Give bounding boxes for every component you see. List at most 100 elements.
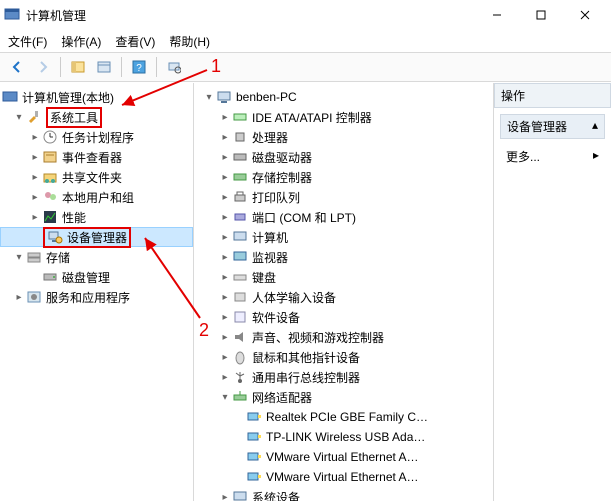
- title-bar: 计算机管理: [0, 0, 611, 30]
- disk-drive-icon: [232, 149, 248, 165]
- chevron-right-icon[interactable]: ▸: [218, 292, 232, 303]
- tree-performance[interactable]: ▸ 性能: [0, 207, 193, 227]
- device-category[interactable]: ▸ 通用串行总线控制器: [194, 367, 493, 387]
- device-item[interactable]: VMware Virtual Ethernet A…: [194, 467, 493, 487]
- chevron-down-icon[interactable]: ▾: [12, 112, 26, 123]
- chevron-right-icon[interactable]: ▸: [218, 352, 232, 363]
- tree-label: 设备管理器: [67, 229, 127, 246]
- tree-disk-mgmt[interactable]: 磁盘管理: [0, 267, 193, 287]
- device-label: VMware Virtual Ethernet A…: [266, 450, 419, 464]
- device-item[interactable]: TP-LINK Wireless USB Ada…: [194, 427, 493, 447]
- show-hide-tree-button[interactable]: [67, 56, 89, 78]
- device-category[interactable]: ▸打印队列: [194, 187, 493, 207]
- tree-device-manager[interactable]: 设备管理器: [0, 227, 193, 247]
- chevron-right-icon[interactable]: ▸: [218, 132, 232, 143]
- device-label: benben-PC: [236, 90, 297, 104]
- device-tree[interactable]: ▾ benben-PC ▸ IDE ATA/ATAPI 控制器 ▸处理器 ▸磁盘驱…: [194, 83, 494, 501]
- device-category[interactable]: ▸磁盘驱动器: [194, 147, 493, 167]
- help-button[interactable]: ?: [128, 56, 150, 78]
- forward-button[interactable]: [32, 56, 54, 78]
- tree-root[interactable]: 计算机管理(本地): [0, 87, 193, 107]
- device-category[interactable]: ▸计算机: [194, 227, 493, 247]
- menu-help[interactable]: 帮助(H): [169, 33, 210, 50]
- device-category[interactable]: ▸存储控制器: [194, 167, 493, 187]
- device-category[interactable]: ▸ 软件设备: [194, 307, 493, 327]
- chevron-right-icon[interactable]: ▸: [218, 192, 232, 203]
- tree-label: 计算机管理(本地): [22, 89, 114, 106]
- ide-icon: [232, 109, 248, 125]
- computer-icon: [216, 89, 232, 105]
- tree-task-scheduler[interactable]: ▸ 任务计划程序: [0, 127, 193, 147]
- tree-event-viewer[interactable]: ▸ 事件查看器: [0, 147, 193, 167]
- console-tree[interactable]: 计算机管理(本地) ▾ 系统工具 ▸ 任务计划程序 ▸ 事件查看器 ▸ 共享文件…: [0, 83, 194, 501]
- device-item[interactable]: VMware Virtual Ethernet A…: [194, 447, 493, 467]
- device-label: 软件设备: [252, 309, 300, 326]
- tree-local-users[interactable]: ▸ 本地用户和组: [0, 187, 193, 207]
- device-category[interactable]: ▸键盘: [194, 267, 493, 287]
- device-category[interactable]: ▸声音、视频和游戏控制器: [194, 327, 493, 347]
- properties-button[interactable]: [93, 56, 115, 78]
- device-item[interactable]: Realtek PCIe GBE Family C…: [194, 407, 493, 427]
- tree-storage[interactable]: ▾ 存储: [0, 247, 193, 267]
- device-label: IDE ATA/ATAPI 控制器: [252, 109, 372, 126]
- chevron-down-icon[interactable]: ▾: [202, 92, 216, 103]
- chevron-right-icon[interactable]: ▸: [218, 232, 232, 243]
- chevron-down-icon[interactable]: ▾: [218, 392, 232, 403]
- chevron-right-icon[interactable]: ▸: [218, 332, 232, 343]
- chevron-right-icon[interactable]: ▸: [12, 292, 26, 303]
- toolbar-separator: [121, 57, 122, 77]
- device-category[interactable]: ▸监视器: [194, 247, 493, 267]
- actions-header: 操作: [494, 83, 611, 108]
- device-category[interactable]: ▸ IDE ATA/ATAPI 控制器: [194, 107, 493, 127]
- nic-icon: [246, 429, 262, 445]
- tree-label: 本地用户和组: [62, 189, 134, 206]
- menu-action[interactable]: 操作(A): [61, 33, 101, 50]
- minimize-button[interactable]: [475, 0, 519, 30]
- chevron-down-icon[interactable]: ▾: [12, 252, 26, 263]
- chevron-right-icon[interactable]: ▸: [218, 272, 232, 283]
- device-category[interactable]: ▸处理器: [194, 127, 493, 147]
- chevron-right-icon[interactable]: ▸: [218, 372, 232, 383]
- chevron-right-icon[interactable]: ▸: [218, 492, 232, 501]
- device-category[interactable]: ▸鼠标和其他指针设备: [194, 347, 493, 367]
- services-icon: [26, 289, 42, 305]
- scan-hardware-button[interactable]: [163, 56, 185, 78]
- menu-file[interactable]: 文件(F): [8, 33, 47, 50]
- tree-shared-folders[interactable]: ▸ 共享文件夹: [0, 167, 193, 187]
- chevron-right-icon[interactable]: ▸: [28, 212, 42, 223]
- system-device-icon: [232, 489, 248, 501]
- back-button[interactable]: [6, 56, 28, 78]
- chevron-right-icon[interactable]: ▸: [218, 212, 232, 223]
- chevron-right-icon[interactable]: ▸: [218, 172, 232, 183]
- close-button[interactable]: [563, 0, 607, 30]
- chevron-right-icon[interactable]: ▸: [28, 152, 42, 163]
- chevron-right-icon[interactable]: ▸: [28, 172, 42, 183]
- mouse-icon: [232, 349, 248, 365]
- device-network-adapters[interactable]: ▾网络适配器: [194, 387, 493, 407]
- chevron-right-icon[interactable]: ▸: [218, 112, 232, 123]
- chevron-right-icon[interactable]: ▸: [218, 252, 232, 263]
- keyboard-icon: [232, 269, 248, 285]
- tree-services-apps[interactable]: ▸ 服务和应用程序: [0, 287, 193, 307]
- performance-icon: [42, 209, 58, 225]
- menu-view[interactable]: 查看(V): [115, 33, 155, 50]
- storage-icon: [26, 249, 42, 265]
- tree-label: 磁盘管理: [62, 269, 110, 286]
- chevron-right-icon[interactable]: ▸: [218, 152, 232, 163]
- maximize-button[interactable]: [519, 0, 563, 30]
- computer-mgmt-icon: [2, 89, 18, 105]
- device-label: 通用串行总线控制器: [252, 369, 360, 386]
- device-category[interactable]: ▸系统设备: [194, 487, 493, 501]
- actions-context-link[interactable]: 设备管理器 ▴: [500, 114, 605, 139]
- chevron-right-icon[interactable]: ▸: [28, 192, 42, 203]
- chevron-up-icon: ▴: [592, 118, 598, 135]
- actions-more[interactable]: 更多... ▸: [500, 145, 605, 168]
- device-root[interactable]: ▾ benben-PC: [194, 87, 493, 107]
- chevron-right-icon[interactable]: ▸: [218, 312, 232, 323]
- storage-ctrl-icon: [232, 169, 248, 185]
- device-category[interactable]: ▸端口 (COM 和 LPT): [194, 207, 493, 227]
- tools-icon: [26, 109, 42, 125]
- tree-system-tools[interactable]: ▾ 系统工具: [0, 107, 193, 127]
- device-category[interactable]: ▸人体学输入设备: [194, 287, 493, 307]
- chevron-right-icon[interactable]: ▸: [28, 132, 42, 143]
